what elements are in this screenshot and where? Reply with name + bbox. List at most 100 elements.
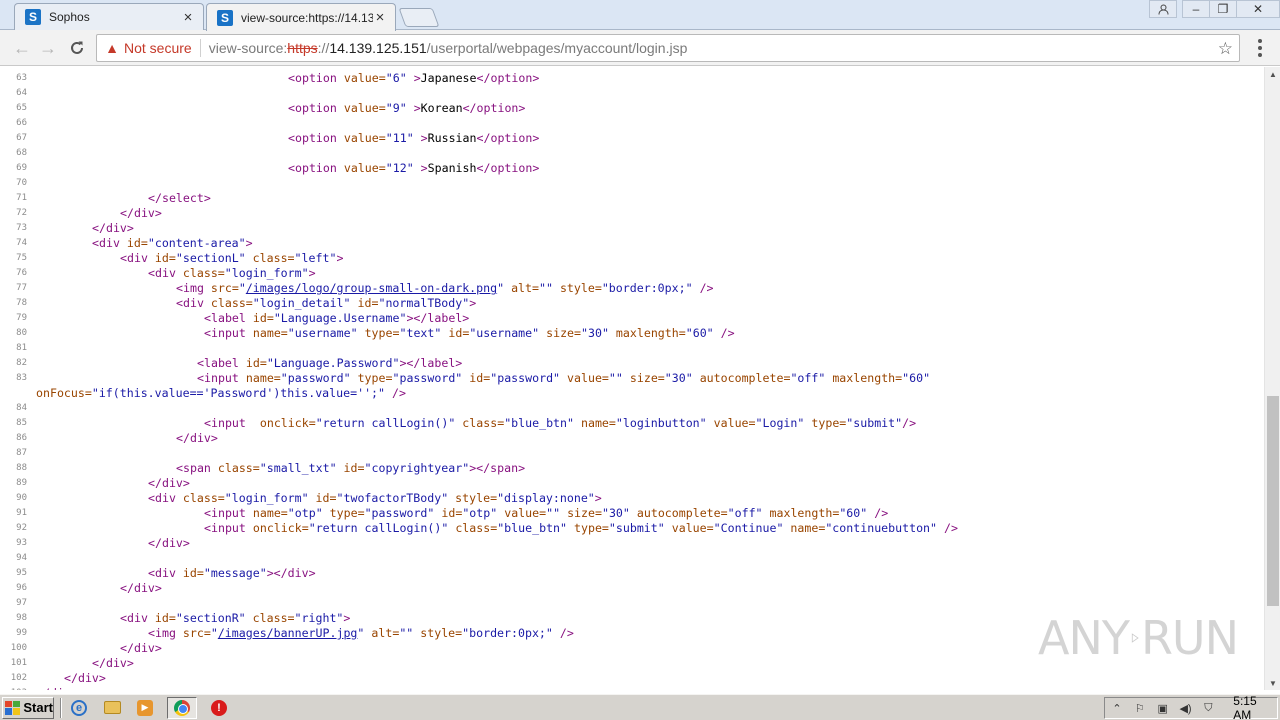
line-number: 93	[16, 538, 27, 548]
line-number: 89	[16, 478, 27, 488]
tab-close-icon[interactable]: ×	[373, 9, 387, 26]
security-status-label[interactable]: Not secure	[124, 40, 192, 56]
shield-icon[interactable]: ⛉	[1200, 700, 1216, 716]
line-number: 67	[16, 133, 27, 143]
line-code: <input name="otp" type="password" id="ot…	[204, 506, 889, 520]
tab-sophos[interactable]: S Sophos ×	[14, 3, 204, 30]
stop-icon[interactable]: !	[208, 697, 230, 719]
line-code: <div id="content-area">	[92, 236, 253, 250]
line-number: 84	[16, 403, 27, 413]
line-code: <div id="message"></div>	[148, 566, 316, 580]
watermark-left-text: ANY	[1038, 611, 1130, 665]
line-code: <img src="/images/bannerUP.jpg" alt="" s…	[148, 626, 574, 640]
forward-arrow-icon[interactable]: →	[36, 36, 60, 60]
line-code: <option value="6" >Japanese</option>	[288, 71, 540, 85]
source-line: 80 <input name="username" type="text" id=…	[0, 326, 1264, 341]
bookmark-star-icon[interactable]: ☆	[1218, 39, 1233, 59]
line-number: 96	[16, 583, 27, 593]
line-code: </div>	[120, 581, 162, 595]
line-code: </div>	[148, 536, 190, 550]
line-code: <label id="Language.Username"></label>	[204, 311, 470, 325]
minimize-button[interactable]: –	[1182, 0, 1210, 18]
user-icon[interactable]	[1149, 0, 1177, 18]
line-number: 69	[16, 163, 27, 173]
line-number: 76	[16, 268, 27, 278]
line-number: 82	[16, 358, 27, 368]
kebab-menu-icon[interactable]	[1250, 38, 1270, 58]
line-number: 74	[16, 238, 27, 248]
line-number: 101	[10, 658, 27, 668]
line-number: 90	[16, 493, 27, 503]
source-view[interactable]: 63 <option value="6" >Japanese</option> 64…	[0, 67, 1264, 690]
source-line: 103 </div>	[0, 686, 1264, 690]
line-number: 78	[16, 298, 27, 308]
line-number: 77	[16, 283, 27, 293]
line-code: <img src="/images/logo/group-small-on-da…	[176, 281, 714, 295]
new-tab-button[interactable]	[398, 8, 440, 27]
source-line: 86 </div>	[0, 431, 1264, 446]
tab-view-source[interactable]: S view-source:https://14.139 ×	[206, 3, 396, 31]
scroll-down-arrow-icon[interactable]: ▼	[1265, 676, 1280, 690]
line-code: <option value="11" >Russian</option>	[288, 131, 540, 145]
source-line: 91 <input name="otp" type="password" id="…	[0, 506, 1264, 521]
source-line: 96 </div>	[0, 581, 1264, 596]
flag-icon[interactable]: ⚐	[1132, 700, 1148, 716]
anyrun-watermark: ANY RUN	[1038, 606, 1239, 670]
line-number: 100	[10, 643, 27, 653]
sophos-favicon-icon: S	[217, 9, 233, 26]
browser-toolbar: ← → ▲ Not secure view-source: https://14.…	[0, 30, 1280, 66]
source-line: onFocus="if(this.value=='Password')this.…	[0, 386, 1264, 401]
line-code: </div>	[92, 221, 134, 235]
line-number: 86	[16, 433, 27, 443]
source-line: 65 <option value="9" >Korean</option>	[0, 101, 1264, 116]
line-number: 97	[16, 598, 27, 608]
folder-icon[interactable]	[101, 697, 123, 719]
line-code: <input onclick="return callLogin()" clas…	[204, 521, 958, 535]
source-line: 75 <div id="sectionL" class="left">	[0, 251, 1264, 266]
clock[interactable]: 5:15 AM	[1233, 694, 1277, 720]
line-number: 75	[16, 253, 27, 263]
url-separator: ://	[317, 40, 330, 56]
source-line: 79 <label id="Language.Username"></label>	[0, 311, 1264, 326]
scroll-up-arrow-icon[interactable]: ▲	[1265, 67, 1280, 81]
source-line: 78 <div class="login_detail" id="normalTB…	[0, 296, 1264, 311]
line-number: 70	[16, 178, 27, 188]
line-code: <input name="password" type="password" i…	[197, 371, 931, 385]
restore-button[interactable]: ❐	[1209, 0, 1237, 18]
internet-explorer-icon[interactable]: e	[68, 697, 90, 719]
tab-title: Sophos	[49, 10, 90, 24]
reload-icon[interactable]	[65, 36, 89, 60]
source-line: 68	[0, 146, 1264, 161]
close-window-button[interactable]: ✕	[1236, 0, 1280, 18]
vertical-scrollbar[interactable]: ▲ ▼	[1264, 67, 1280, 690]
source-line: 95 <div id="message"></div>	[0, 566, 1264, 581]
line-number: 71	[16, 193, 27, 203]
scrollbar-thumb[interactable]	[1267, 396, 1279, 606]
network-icon[interactable]: ▣	[1155, 700, 1171, 716]
line-number: 68	[16, 148, 27, 158]
media-player-icon[interactable]: ▶	[134, 697, 156, 719]
address-bar[interactable]: ▲ Not secure view-source: https://14.139.…	[96, 34, 1240, 62]
watermark-right-text: RUN	[1140, 611, 1239, 665]
start-button[interactable]: Start	[2, 696, 54, 719]
line-code: <option value="9" >Korean</option>	[288, 101, 526, 115]
line-code: <input name="username" type="text" id="u…	[204, 326, 735, 340]
line-number: 81	[16, 343, 27, 353]
warning-triangle-icon[interactable]: ▲	[104, 40, 120, 56]
source-line: 88 <span class="small_txt" id="copyrighty…	[0, 461, 1264, 476]
line-number: 94	[16, 553, 27, 563]
line-code: </select>	[148, 191, 211, 205]
source-line: 76 <div class="login_form">	[0, 266, 1264, 281]
source-line: 90 <div class="login_form" id="twofactorT…	[0, 491, 1264, 506]
tab-title: view-source:https://14.139	[241, 10, 373, 25]
chevron-up-icon[interactable]: ⌃	[1109, 700, 1125, 716]
url-path: /userportal/webpages/myaccount/login.jsp	[426, 40, 688, 56]
volume-icon[interactable]: ◀)	[1178, 700, 1194, 716]
back-arrow-icon[interactable]: ←	[10, 36, 34, 60]
tab-close-icon[interactable]: ×	[181, 9, 195, 26]
line-code: <div class="login_detail" id="normalTBod…	[176, 296, 477, 310]
chrome-icon[interactable]	[167, 696, 197, 719]
line-code: </div>	[92, 656, 134, 670]
start-label: Start	[23, 700, 53, 715]
line-number: 66	[16, 118, 27, 128]
